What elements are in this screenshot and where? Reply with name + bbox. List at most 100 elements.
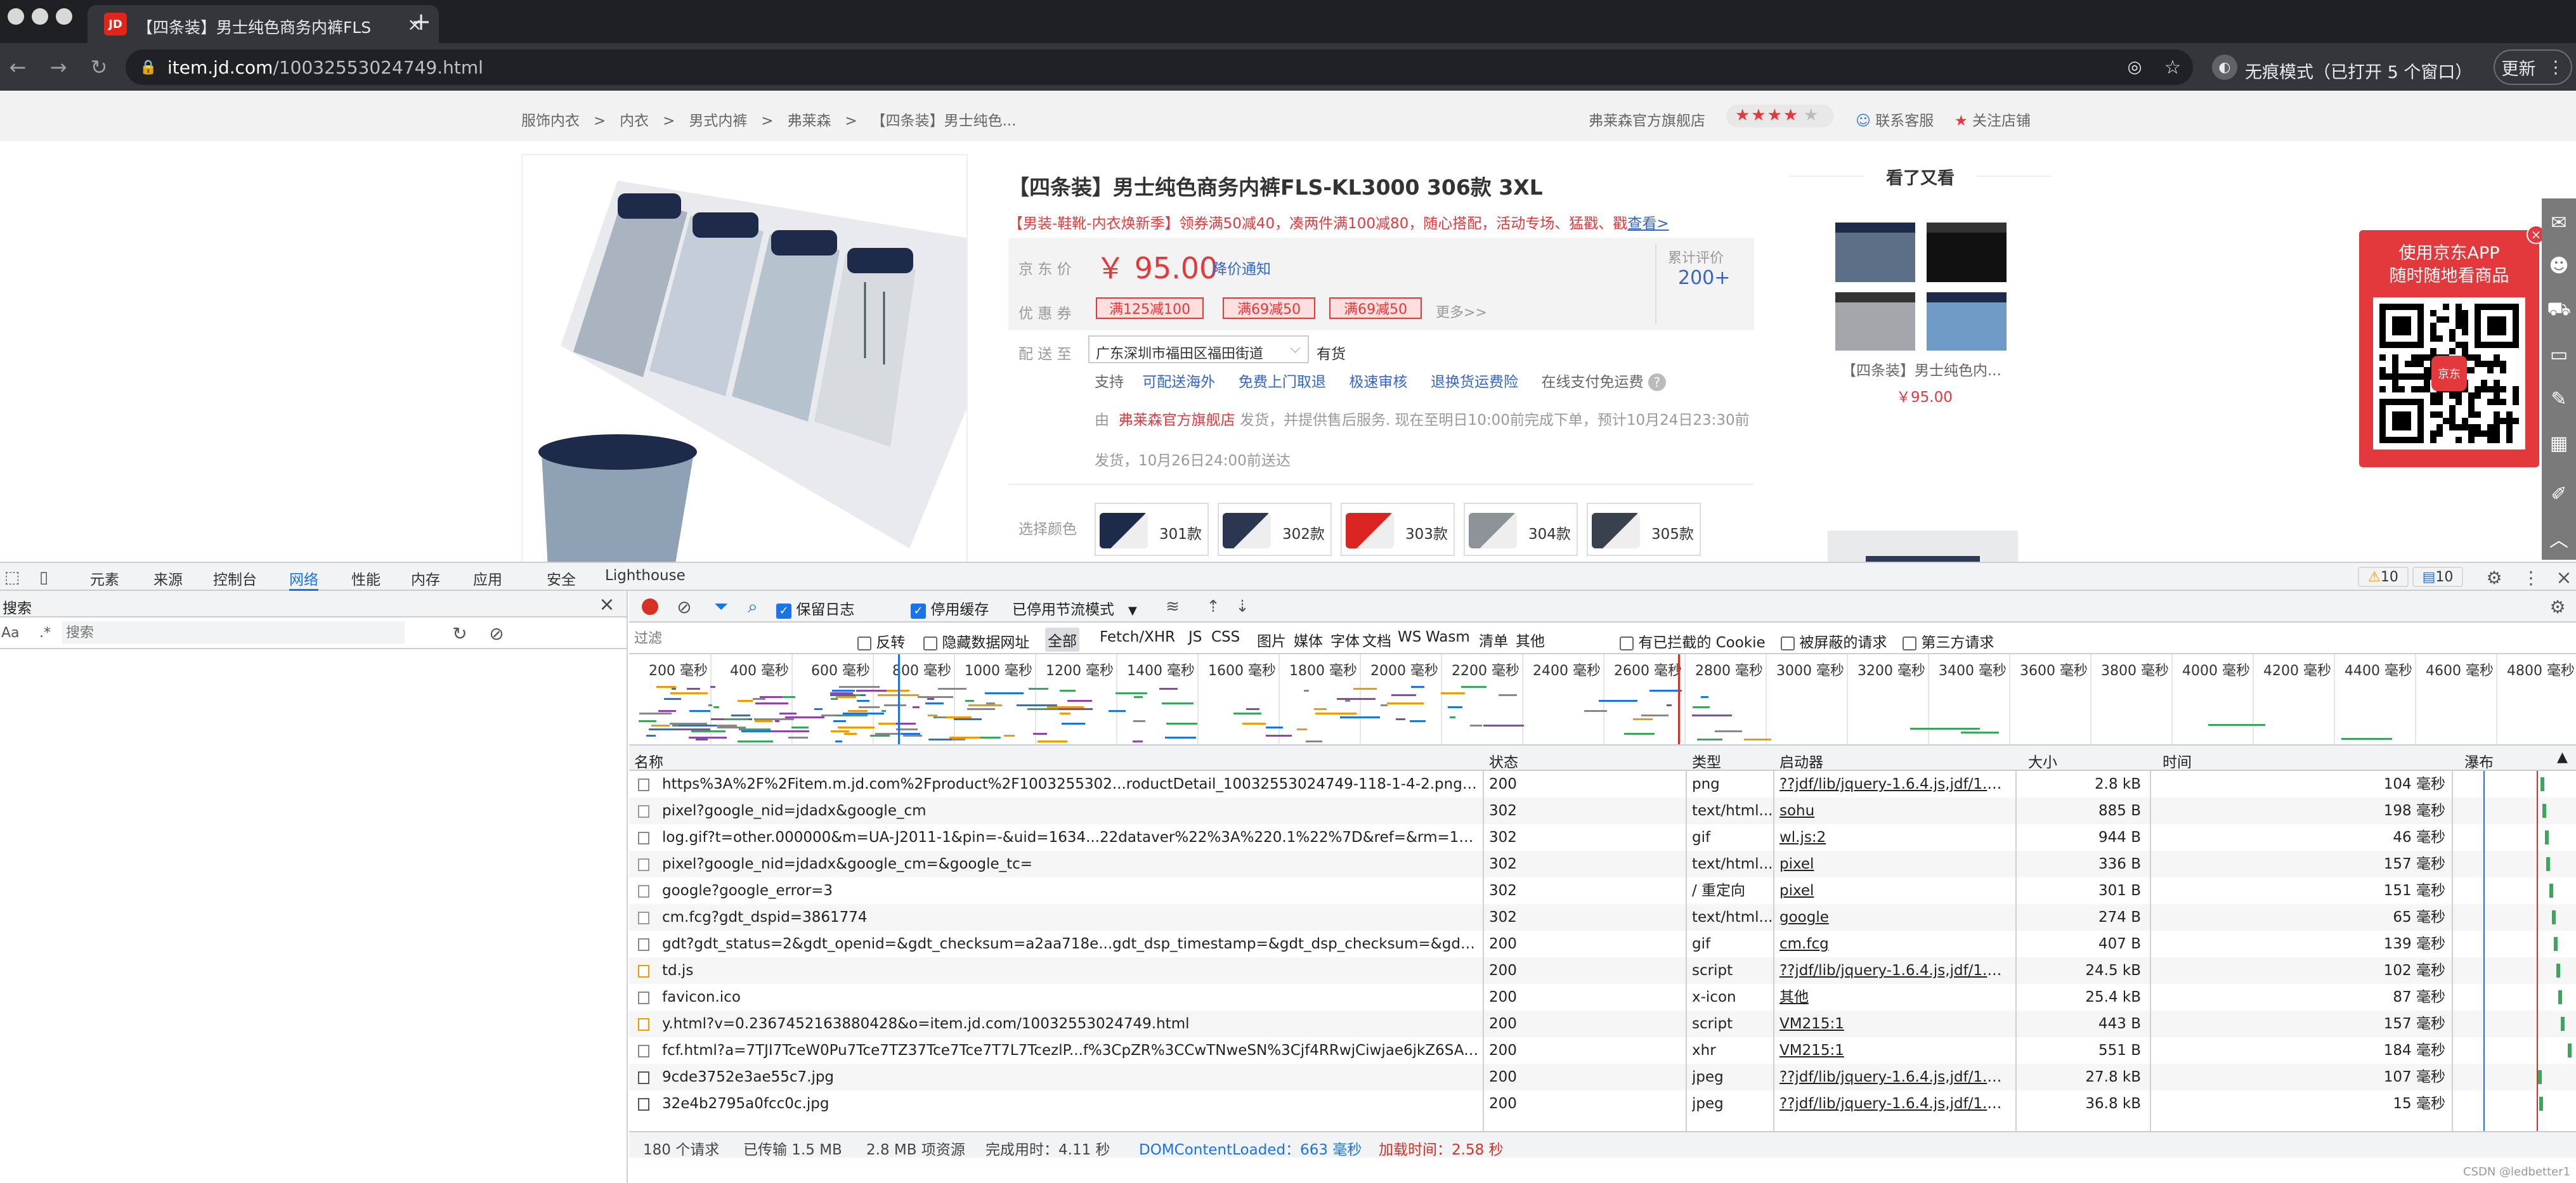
product-image[interactable]	[521, 154, 968, 562]
filter-icon[interactable]: ⏷	[710, 596, 732, 617]
breadcrumb-item[interactable]: 【四条装】男士纯色...	[871, 113, 1017, 129]
browser-tab[interactable]: JD 【四条装】男士纯色商务内裤FLS ×	[88, 5, 439, 43]
type-filter[interactable]: 清单	[1476, 628, 1511, 652]
messages-badge[interactable]: ▤ 10	[2412, 567, 2463, 587]
throttle-select[interactable]: 已停用节流模式 ▼	[1012, 597, 1137, 619]
color-option[interactable]: 301款	[1095, 503, 1209, 556]
coupon-tag[interactable]: 满69减50	[1329, 297, 1422, 319]
incognito-indicator[interactable]: ◐ 无痕模式（已打开 5 个窗口）	[2212, 49, 2478, 85]
request-initiator[interactable]: google	[1779, 904, 2008, 931]
promo-link[interactable]: 查看>	[1627, 216, 1669, 232]
column-name[interactable]: 名称	[634, 750, 663, 772]
message-icon[interactable]: ✉	[2542, 205, 2576, 240]
color-option[interactable]: 302款	[1218, 503, 1332, 556]
warnings-badge[interactable]: ⚠ 10	[2358, 567, 2409, 587]
type-filter[interactable]: 其他	[1513, 628, 1547, 652]
cart-icon[interactable]: ⛟	[2542, 292, 2576, 328]
network-settings-icon[interactable]: ⚙	[2547, 596, 2568, 617]
third-party-checkbox[interactable]: 第三方请求	[1903, 630, 1994, 652]
support-item[interactable]: 可配送海外	[1142, 374, 1215, 391]
timeline-overview[interactable]: 200 毫秒 400 毫秒 600 毫秒 800 毫秒 1000 毫秒 1200 毫秒 14…	[629, 654, 2576, 746]
request-row[interactable]: https%3A%2F%2Fitem.m.jd.com%2Fproduct%2F…	[629, 771, 2576, 798]
request-row[interactable]: gdt?gdt_status=2&gdt_openid=&gdt_checksu…	[629, 931, 2576, 957]
request-initiator[interactable]: VM215:1	[1779, 1011, 2008, 1037]
back-icon[interactable]: ←	[5, 55, 30, 80]
devtools-tab[interactable]: 网络	[289, 567, 318, 591]
settings-gear-icon[interactable]: ⚙	[2483, 567, 2505, 588]
filter-input[interactable]	[634, 628, 843, 649]
devtools-tab[interactable]: 来源	[153, 567, 183, 591]
contact-service-link[interactable]: ☺ 联系客服	[1856, 108, 1934, 130]
breadcrumb-item[interactable]: 男式内裤	[689, 113, 747, 129]
type-filter[interactable]: CSS	[1209, 628, 1242, 647]
type-filter[interactable]: 媒体	[1291, 628, 1325, 652]
breadcrumb-item[interactable]: 内衣	[620, 113, 649, 129]
color-option[interactable]: 305款	[1587, 503, 1701, 556]
review-count[interactable]: 200+	[1678, 267, 1730, 289]
breadcrumb-item[interactable]: 弗莱森	[787, 113, 831, 129]
type-filter[interactable]: Wasm	[1423, 628, 1473, 647]
device-toolbar-icon[interactable]: ▯	[33, 567, 55, 588]
import-har-icon[interactable]: ⇡	[1202, 596, 1224, 617]
type-filter[interactable]: WS	[1395, 628, 1424, 647]
ship-address-select[interactable]: 广东深圳市福田区福田街道 ⌵	[1088, 335, 1309, 363]
close-search-icon[interactable]: ×	[596, 593, 618, 616]
type-filter[interactable]: JS	[1186, 628, 1204, 647]
minimize-window-button[interactable]	[32, 8, 48, 25]
search-input[interactable]	[62, 621, 405, 644]
back-to-top-icon[interactable]: ︿	[2542, 520, 2576, 556]
request-row[interactable]: google?google_error=3 302 / 重定向 pixel 301 B 1…	[629, 877, 2576, 904]
blocked-cookies-checkbox[interactable]: 有已拦截的 Cookie	[1620, 630, 1766, 652]
invert-checkbox[interactable]: 反转	[857, 630, 905, 652]
request-initiator[interactable]: ??jdf/lib/jquery-1.6.4.js,jdf/1.0.0...	[1779, 771, 2008, 798]
request-row[interactable]: cm.fcg?gdt_dspid=3861774 302 text/html... g…	[629, 904, 2576, 931]
feedback-icon[interactable]: ✐	[2542, 476, 2576, 512]
column-status[interactable]: 状态	[1489, 750, 1518, 772]
column-initiator[interactable]: 启动器	[1779, 750, 1823, 772]
request-row[interactable]: td.js 200 script ??jdf/lib/jquery-1.6.4.js,…	[629, 957, 2576, 984]
type-filter[interactable]: 字体	[1328, 628, 1362, 652]
recommend-item-image[interactable]	[1830, 220, 2014, 353]
more-options-icon[interactable]: ⋮	[2520, 567, 2542, 588]
close-window-button[interactable]	[8, 8, 24, 25]
color-option[interactable]: 304款	[1464, 503, 1578, 556]
request-row[interactable]: 9cde3752e3ae55c7.jpg 200 jpeg ??jdf/lib/jqu…	[629, 1064, 2576, 1090]
column-size[interactable]: 大小	[2028, 750, 2057, 772]
request-initiator[interactable]: pixel	[1779, 851, 2008, 877]
user-icon[interactable]: ☻	[2542, 248, 2576, 283]
preserve-log-checkbox[interactable]: ✓ 保留日志	[776, 597, 854, 619]
follow-shop-link[interactable]: ★ 关注店铺	[1955, 108, 2031, 130]
history-icon[interactable]: ▭	[2542, 337, 2576, 372]
match-case-toggle[interactable]: Aa	[1, 625, 20, 641]
devtools-tab[interactable]: Lighthouse	[605, 567, 686, 591]
support-item[interactable]: 免费上门取退	[1239, 374, 1326, 391]
inspect-element-icon[interactable]: ⬚	[1, 567, 23, 588]
request-initiator[interactable]: ??jdf/lib/jquery-1.6.4.js,jdf/1.0.0...	[1779, 957, 2008, 984]
disable-cache-checkbox[interactable]: ✓ 停用缓存	[911, 597, 989, 619]
request-initiator[interactable]: sohu	[1779, 798, 2008, 824]
omnibox[interactable]: 🔒 item.jd.com/10032553024749.html ◎ ☆	[126, 49, 2193, 85]
blocked-requests-checkbox[interactable]: 被屏蔽的请求	[1781, 630, 1887, 652]
eye-off-icon[interactable]: ◎	[2123, 56, 2146, 79]
coupon-tag[interactable]: 满69减50	[1223, 297, 1315, 319]
qrcode-icon[interactable]: ▦	[2542, 425, 2576, 461]
clear-icon[interactable]: ⊘	[486, 623, 507, 644]
request-initiator[interactable]: ??jdf/lib/jquery-1.6.4.js,jdf/1.0.0...	[1779, 1064, 2008, 1090]
type-filter[interactable]: 文档	[1360, 628, 1394, 652]
devtools-tab[interactable]: 性能	[351, 567, 381, 591]
close-devtools-icon[interactable]: ×	[2553, 567, 2575, 589]
help-icon[interactable]: ?	[1648, 373, 1666, 391]
request-initiator[interactable]: pixel	[1779, 877, 2008, 904]
coupon-tag[interactable]: 满125减100	[1096, 297, 1204, 319]
type-filter[interactable]: 图片	[1254, 628, 1289, 652]
network-conditions-icon[interactable]: ≋	[1162, 596, 1183, 617]
request-row[interactable]: 32e4b2795a0fcc0c.jpg 200 jpeg ??jdf/lib/jqu…	[629, 1090, 2576, 1117]
clear-log-icon[interactable]: ⊘	[673, 596, 695, 617]
seller-link[interactable]: 弗莱森官方旗舰店	[1119, 412, 1235, 429]
devtools-tab[interactable]: 元素	[90, 567, 119, 591]
column-time[interactable]: 时间	[2163, 750, 2192, 772]
maximize-window-button[interactable]	[56, 8, 72, 25]
request-initiator[interactable]: wl.js:2	[1779, 824, 2008, 851]
type-filter[interactable]: Fetch/XHR	[1097, 628, 1178, 647]
request-initiator[interactable]: VM215:1	[1779, 1037, 2008, 1064]
